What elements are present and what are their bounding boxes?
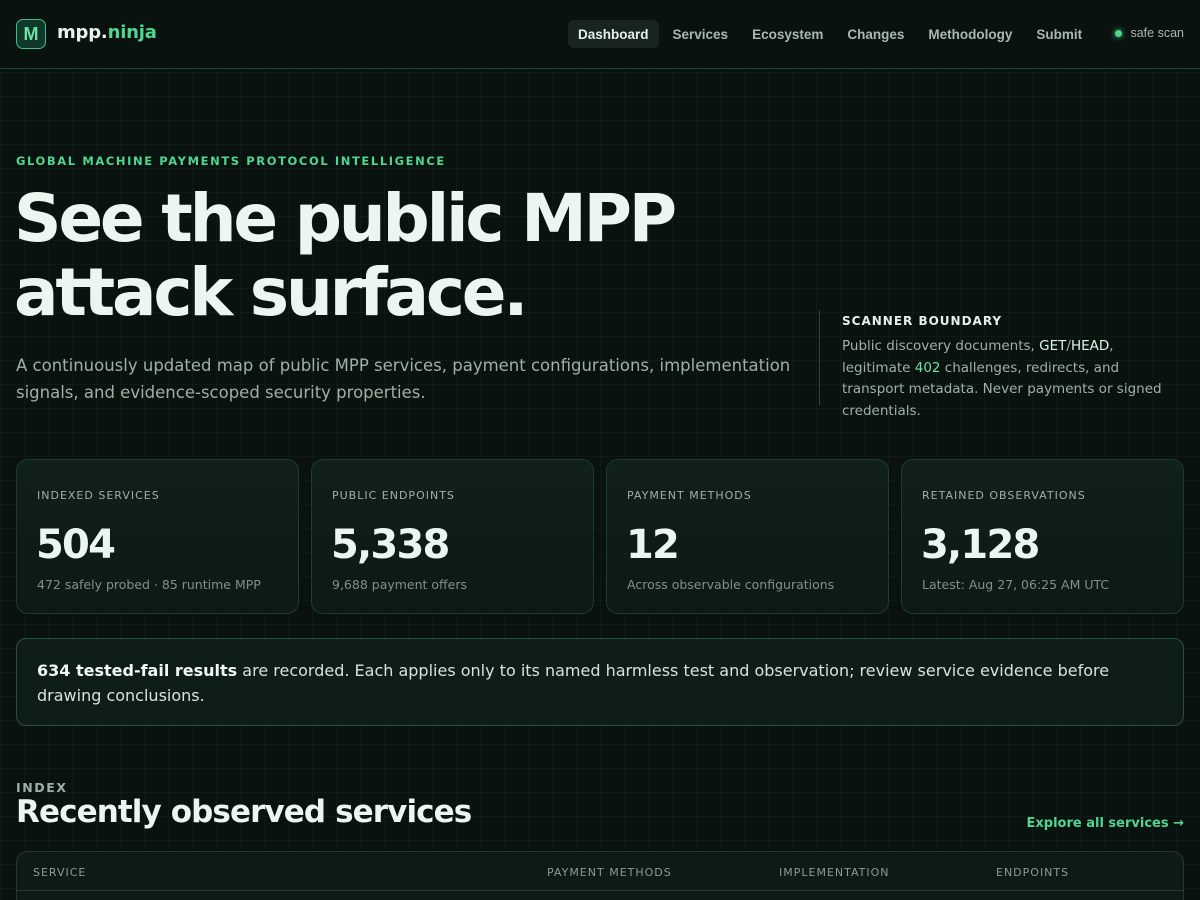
hero-title: See the public MPP attack surface.: [14, 182, 794, 330]
nav-ecosystem[interactable]: Ecosystem: [742, 20, 833, 48]
column-header-endpoints[interactable]: ENDPOINTS: [996, 866, 1069, 879]
column-header-payment-methods[interactable]: PAYMENT METHODS: [547, 866, 672, 879]
hero-title-line1: See the public MPP: [14, 180, 677, 257]
hero-subtitle: A continuously updated map of public MPP…: [16, 356, 791, 402]
services-table: SERVICE PAYMENT METHODS IMPLEMENTATION E…: [16, 851, 1184, 900]
scanner-boundary: SCANNER BOUNDARY Public discovery docume…: [819, 310, 1184, 419]
logo-icon[interactable]: M: [16, 19, 46, 49]
stat-label: INDEXED SERVICES: [37, 489, 160, 502]
column-header-implementation[interactable]: IMPLEMENTATION: [779, 866, 890, 879]
main-nav: Dashboard Services Ecosystem Changes Met…: [568, 20, 1096, 48]
nav-submit[interactable]: Submit: [1026, 20, 1092, 48]
method-head: HEAD: [1070, 338, 1110, 354]
hero-title-line2: attack surface.: [14, 254, 528, 331]
column-header-service[interactable]: SERVICE: [33, 866, 86, 879]
tested-fail-notice: 634 tested-fail results are recorded. Ea…: [16, 638, 1184, 726]
stat-value: 12: [626, 522, 680, 568]
top-header: M mpp.ninja Dashboard Services Ecosystem…: [0, 0, 1200, 69]
stat-label: PUBLIC ENDPOINTS: [332, 489, 455, 502]
brand-prefix: mpp.: [57, 22, 108, 43]
nav-dashboard[interactable]: Dashboard: [568, 20, 659, 48]
index-title: Recently observed services: [16, 794, 472, 830]
stat-value: 3,128: [921, 522, 1040, 568]
stat-card-public-endpoints: PUBLIC ENDPOINTS 5,338 9,688 payment off…: [311, 459, 594, 614]
index-eyebrow: INDEX: [16, 780, 68, 795]
stat-label: RETAINED OBSERVATIONS: [922, 489, 1086, 502]
notice-highlight: 634 tested-fail results: [37, 661, 238, 680]
boundary-title: SCANNER BOUNDARY: [842, 314, 1003, 328]
stat-note: Across observable configurations: [627, 577, 835, 592]
hero-eyebrow: GLOBAL MACHINE PAYMENTS PROTOCOL INTELLI…: [16, 154, 446, 168]
boundary-text-part: Public discovery documents,: [842, 338, 1040, 354]
nav-services[interactable]: Services: [663, 20, 739, 48]
nav-changes[interactable]: Changes: [837, 20, 914, 48]
table-header: SERVICE PAYMENT METHODS IMPLEMENTATION E…: [17, 852, 1183, 891]
stat-card-indexed-services: INDEXED SERVICES 504 472 safely probed ·…: [16, 459, 299, 614]
status-code-402: 402: [914, 359, 941, 376]
scan-status: safe scan: [1115, 26, 1184, 40]
boundary-text: Public discovery documents, GET/HEAD, le…: [842, 336, 1184, 422]
stat-value: 5,338: [331, 522, 450, 568]
nav-methodology[interactable]: Methodology: [918, 20, 1022, 48]
stat-card-payment-methods: PAYMENT METHODS 12 Across observable con…: [606, 459, 889, 614]
method-get: GET: [1039, 338, 1067, 354]
brand-name[interactable]: mpp.ninja: [57, 22, 157, 43]
stat-cards: INDEXED SERVICES 504 472 safely probed ·…: [16, 459, 1184, 614]
brand-suffix: ninja: [107, 22, 157, 43]
stat-card-retained-observations: RETAINED OBSERVATIONS 3,128 Latest: Aug …: [901, 459, 1184, 614]
stat-note: Latest: Aug 27, 06:25 AM UTC: [922, 577, 1110, 592]
status-dot-icon: [1115, 29, 1123, 37]
stat-label: PAYMENT METHODS: [627, 489, 752, 502]
stat-note: 9,688 payment offers: [332, 577, 468, 592]
scan-status-label: safe scan: [1130, 26, 1184, 40]
stat-value: 504: [36, 522, 116, 568]
stat-note: 472 safely probed · 85 runtime MPP: [37, 577, 261, 592]
explore-all-services-link[interactable]: Explore all services →: [1027, 816, 1185, 831]
